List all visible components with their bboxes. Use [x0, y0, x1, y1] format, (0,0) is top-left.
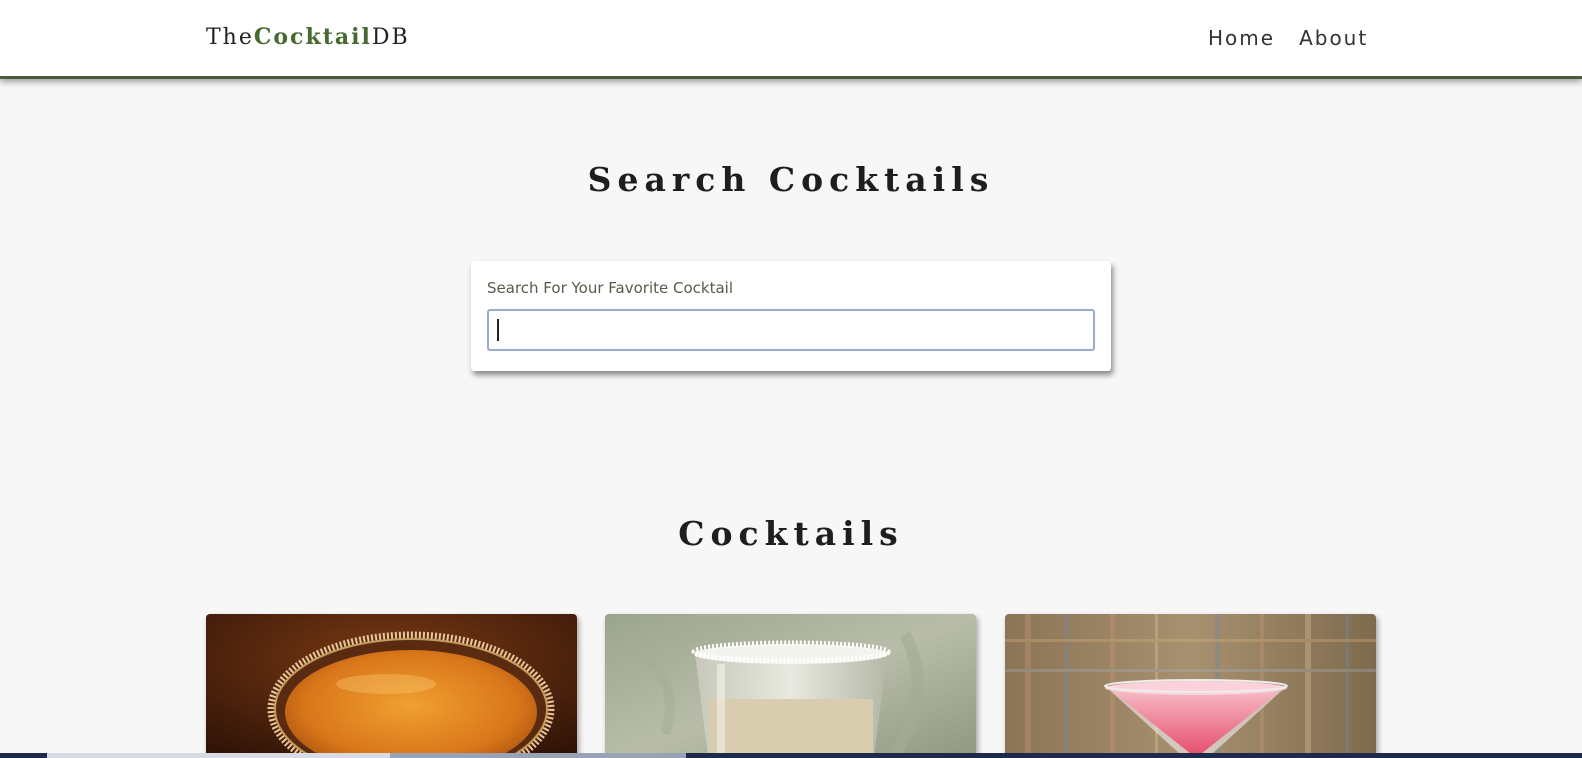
nav-link-about[interactable]: About [1299, 26, 1368, 50]
taskbar-segment [47, 753, 390, 758]
cocktail-card[interactable] [206, 614, 577, 758]
search-label: Search For Your Favorite Cocktail [487, 279, 733, 297]
cream-cocktail-salt-rim-image [605, 614, 976, 758]
logo-prefix: The [206, 25, 254, 50]
text-caret [497, 319, 499, 341]
taskbar-segment [390, 753, 686, 758]
pink-martini-image [1005, 614, 1376, 758]
search-heading: Search Cocktails [587, 160, 995, 199]
navbar: TheCocktailDB Home About [0, 0, 1582, 79]
amber-martini-sugar-rim-image [206, 614, 577, 758]
cocktails-heading: Cocktails [678, 514, 904, 553]
cocktail-card[interactable] [1005, 614, 1376, 758]
nav-link-home[interactable]: Home [1208, 26, 1275, 50]
logo-accent: Cocktail [253, 24, 372, 50]
cocktail-card[interactable] [605, 614, 976, 758]
bottom-taskbar-strip [0, 753, 1582, 758]
logo-suffix: DB [371, 25, 410, 50]
search-input[interactable] [487, 309, 1095, 351]
search-form: Search For Your Favorite Cocktail [471, 261, 1111, 371]
site-logo[interactable]: TheCocktailDB [206, 24, 410, 50]
nav-links: Home About [1208, 26, 1368, 50]
